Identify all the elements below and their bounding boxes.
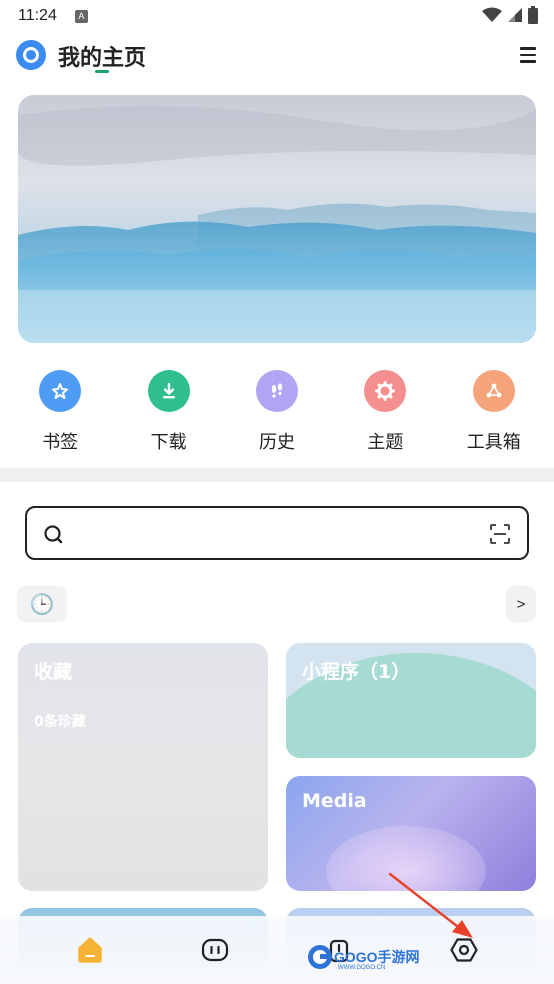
menu-icon[interactable] — [520, 44, 538, 66]
app-logo-icon[interactable] — [16, 40, 46, 70]
card-title: Media — [302, 790, 367, 812]
signal-icon — [508, 8, 522, 22]
watermark-text: GOGO手游网 — [334, 949, 420, 965]
star-icon — [39, 370, 82, 412]
shortcut-label: 下载 — [150, 432, 187, 453]
more-button[interactable]: > — [506, 586, 536, 622]
shortcut-label: 历史 — [258, 432, 295, 453]
scan-icon[interactable] — [489, 523, 511, 545]
status-bar: 11:24 A — [0, 0, 554, 32]
mountain-landscape-image — [18, 95, 536, 343]
status-icons — [482, 6, 538, 24]
banner-image[interactable] — [18, 95, 536, 343]
battery-icon — [528, 6, 538, 24]
download-icon — [147, 370, 190, 412]
shortcut-label: 书签 — [42, 432, 79, 453]
search-icon[interactable] — [43, 524, 65, 546]
shortcut-label: 主题 — [367, 432, 404, 453]
section-divider — [0, 468, 554, 482]
notification-badge: A — [74, 9, 88, 23]
recent-clock-button[interactable]: 🕒 — [17, 586, 67, 622]
card-title: 小程序（1） — [302, 661, 411, 683]
watermark-subtext: WWW.GOGO.CN — [338, 965, 386, 971]
shortcut-label: 工具箱 — [466, 432, 521, 453]
nav-chat[interactable] — [185, 925, 245, 975]
watermark-g-icon — [308, 945, 332, 969]
toolbox-icon — [472, 370, 515, 412]
shortcut-themes[interactable]: 主题 — [340, 370, 430, 460]
wifi-icon — [482, 7, 502, 22]
gear-icon — [364, 370, 407, 412]
mini-programs-card[interactable]: 小程序（1） — [286, 643, 536, 758]
card-title: 收藏 — [34, 661, 73, 683]
shortcut-downloads[interactable]: 下载 — [124, 370, 214, 460]
nav-home[interactable] — [60, 925, 120, 975]
annotation-arrow-icon — [388, 872, 473, 938]
shortcut-history[interactable]: 历史 — [232, 370, 322, 460]
status-time: 11:24 — [18, 7, 57, 24]
title-underline — [95, 70, 109, 73]
watermark-logo: GOGO手游网 WWW.GOGO.CN — [306, 939, 420, 975]
clock-icon: 🕒 — [29, 592, 55, 616]
favorites-card[interactable]: 收藏 0条珍藏 — [18, 643, 268, 891]
footprint-icon — [255, 370, 298, 412]
shortcut-row: 书签 下载 历史 主题 工具箱 — [0, 370, 554, 460]
app-header: 我的主页 — [0, 32, 554, 80]
page-title: 我的主页 — [58, 46, 147, 71]
shortcut-bookmarks[interactable]: 书签 — [15, 370, 105, 460]
chat-icon — [201, 938, 228, 962]
search-bar[interactable] — [25, 506, 529, 560]
home-icon — [78, 937, 102, 963]
card-subtitle: 0条珍藏 — [34, 714, 86, 730]
shortcut-toolbox[interactable]: 工具箱 — [449, 370, 539, 460]
search-input[interactable] — [77, 518, 477, 548]
